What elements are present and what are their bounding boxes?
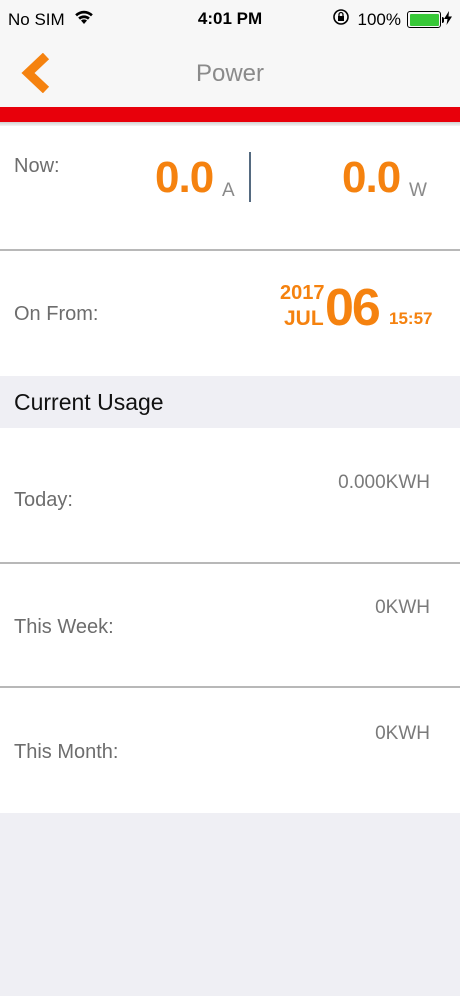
current-unit: A bbox=[222, 180, 235, 201]
today-value: 0.000KWH bbox=[338, 472, 430, 493]
today-label: Today: bbox=[14, 489, 73, 511]
accent-bar bbox=[0, 107, 460, 122]
battery-icon bbox=[407, 11, 444, 28]
page-title: Power bbox=[195, 60, 265, 87]
current-value: 0.0 bbox=[155, 153, 214, 202]
now-label: Now: bbox=[14, 155, 60, 177]
status-right: 100% bbox=[332, 8, 452, 31]
rotation-lock-icon bbox=[332, 8, 350, 31]
charging-icon bbox=[444, 11, 452, 28]
this-month-label: This Month: bbox=[14, 741, 119, 763]
this-week-label: This Week: bbox=[14, 616, 114, 638]
section-title: Current Usage bbox=[14, 389, 164, 415]
on-from-year: 2017 bbox=[280, 282, 325, 304]
on-from-day: 06 bbox=[325, 279, 381, 337]
navigation-bar: Power bbox=[0, 40, 460, 107]
power-unit: W bbox=[409, 180, 427, 201]
value-separator bbox=[249, 152, 251, 202]
on-from-time: 15:57 bbox=[389, 309, 433, 328]
status-bar: No SIM 4:01 PM 100% bbox=[0, 0, 460, 40]
battery-percentage: 100% bbox=[357, 9, 401, 29]
this-week-value: 0KWH bbox=[375, 597, 430, 618]
current-usage-header: Current Usage bbox=[0, 376, 460, 428]
power-value: 0.0 bbox=[342, 153, 401, 202]
on-from-month: JUL bbox=[284, 307, 324, 330]
on-from-label: On From: bbox=[14, 303, 99, 325]
this-month-value: 0KWH bbox=[375, 723, 430, 744]
